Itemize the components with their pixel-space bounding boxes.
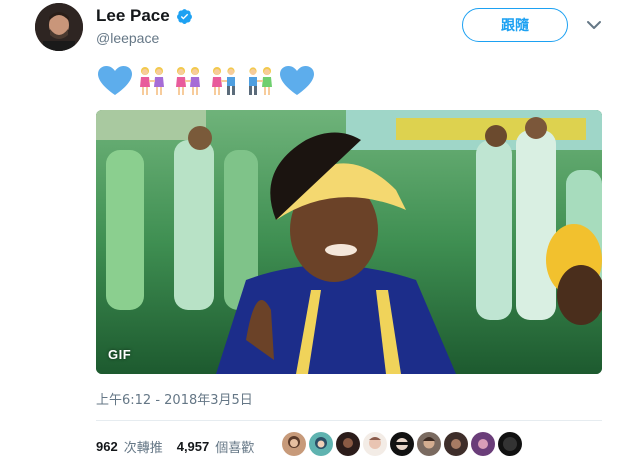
retweet-count-label: 次轉推: [123, 440, 163, 456]
like-count[interactable]: 4,957 個喜歡: [177, 437, 255, 456]
gif-media[interactable]: GIF: [96, 110, 602, 374]
man-and-woman-holding-hands-icon: [249, 67, 272, 95]
gif-frame-image: [96, 110, 602, 374]
tweet-header: Lee Pace @leepace 跟隨: [0, 0, 640, 60]
women-holding-hands-icon: [176, 67, 200, 95]
verified-badge-icon: [176, 8, 192, 24]
liker-avatar[interactable]: [390, 432, 414, 456]
user-avatar[interactable]: [35, 3, 83, 51]
liker-avatar[interactable]: [363, 432, 387, 456]
liker-avatar[interactable]: [309, 432, 333, 456]
liker-avatar[interactable]: [444, 432, 468, 456]
retweet-count[interactable]: 962 次轉推: [96, 437, 163, 456]
liker-avatar[interactable]: [498, 432, 522, 456]
women-holding-hands-icon: [140, 67, 164, 95]
blue-heart-icon: [98, 66, 132, 95]
blue-heart-icon: [280, 66, 314, 95]
name-row: Lee Pace: [96, 6, 193, 26]
liker-avatar[interactable]: [471, 432, 495, 456]
liker-avatar[interactable]: [282, 432, 306, 456]
display-name[interactable]: Lee Pace: [96, 6, 170, 26]
man-and-woman-holding-hands-icon: [212, 67, 235, 95]
divider: [96, 420, 602, 421]
user-handle[interactable]: @leepace: [96, 30, 159, 46]
like-count-value: 4,957: [176, 438, 210, 454]
like-count-label: 個喜歡: [215, 440, 255, 456]
follow-button[interactable]: 跟隨: [462, 8, 568, 42]
tweet-timestamp[interactable]: 上午6:12 - 2018年3月5日: [96, 389, 253, 408]
liker-avatar[interactable]: [417, 432, 441, 456]
tweet-text: [98, 64, 314, 98]
liker-avatar[interactable]: [336, 432, 360, 456]
retweet-count-value: 962: [96, 438, 118, 454]
liker-avatars: [282, 432, 522, 456]
chevron-down-icon[interactable]: [585, 16, 603, 34]
tweet-stats: 962 次轉推 4,957 個喜歡: [96, 434, 254, 458]
gif-badge: GIF: [108, 347, 132, 362]
